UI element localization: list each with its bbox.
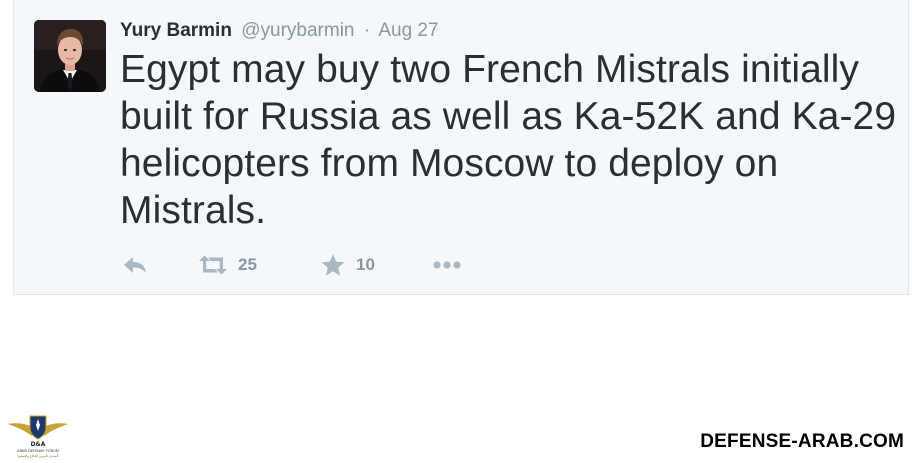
star-icon <box>321 254 345 276</box>
tweet-actions: 25 10 <box>120 252 520 278</box>
site-watermark: DEFENSE-ARAB.COM <box>700 431 904 452</box>
retweet-icon <box>199 255 227 275</box>
reply-button[interactable] <box>122 252 148 278</box>
svg-text:D&A: D&A <box>31 441 46 448</box>
more-button[interactable] <box>432 252 462 278</box>
avatar[interactable] <box>34 20 106 92</box>
tweet-header: Yury Barmin @yurybarmin · Aug 27 <box>120 19 439 43</box>
reply-icon <box>124 257 146 273</box>
tweet-card[interactable]: Yury Barmin @yurybarmin · Aug 27 Egypt m… <box>13 0 909 295</box>
author-handle[interactable]: @yurybarmin <box>241 20 354 41</box>
author-name[interactable]: Yury Barmin <box>120 20 232 41</box>
retweet-count: 25 <box>238 255 257 274</box>
defense-arab-logo: D&A ARAB DEFENSE FORUM المنتدى العربي لل… <box>6 410 70 458</box>
svg-text:المنتدى العربي للدفاع والتسليح: المنتدى العربي للدفاع والتسليح <box>18 454 59 458</box>
header-separator: · <box>363 20 371 41</box>
tweet-text: Egypt may buy two French Mistrals initia… <box>120 48 897 232</box>
avatar-photo <box>34 20 106 92</box>
retweet-button[interactable]: 25 <box>198 252 257 278</box>
tweet-date[interactable]: Aug 27 <box>378 20 438 41</box>
svg-text:ARAB DEFENSE FORUM: ARAB DEFENSE FORUM <box>17 449 59 453</box>
more-dots-icon <box>433 261 461 269</box>
favorite-count: 10 <box>356 255 375 274</box>
eagle-emblem-icon: D&A ARAB DEFENSE FORUM المنتدى العربي لل… <box>8 415 68 458</box>
favorite-button[interactable]: 10 <box>320 252 375 278</box>
